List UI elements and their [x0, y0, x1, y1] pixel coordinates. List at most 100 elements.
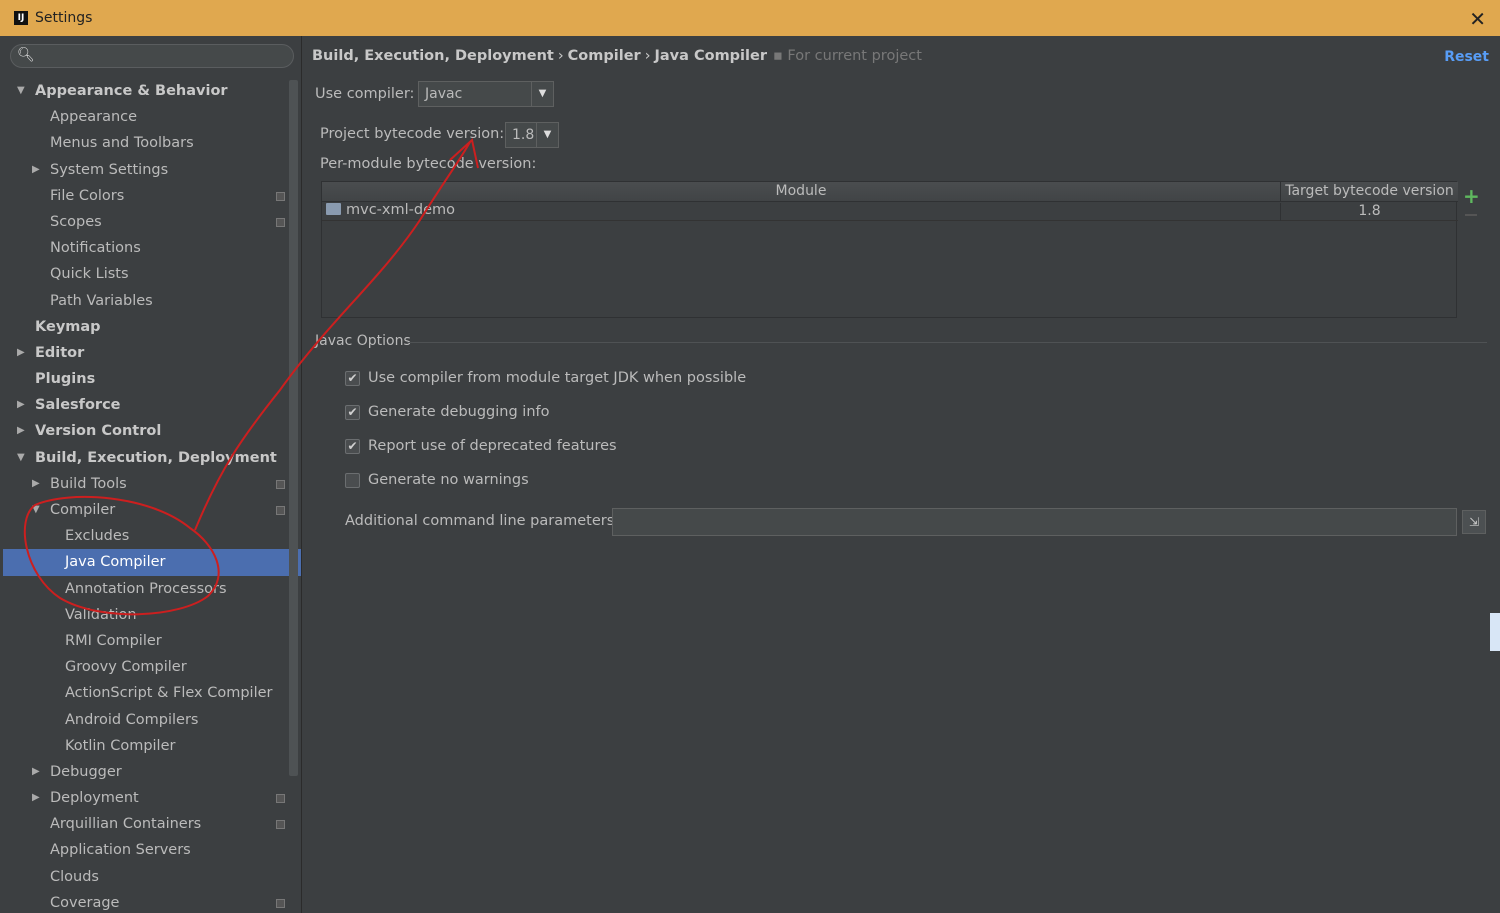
breadcrumb-item: Java Compiler — [654, 48, 767, 64]
sidebar-item-plugins[interactable]: Plugins — [3, 366, 289, 392]
checkbox-checked-icon[interactable]: ✔ — [345, 404, 360, 420]
sidebar-item-scopes[interactable]: Scopes — [3, 209, 289, 235]
sidebar-item-android-compilers[interactable]: Android Compilers — [3, 707, 289, 733]
sidebar-item-label: Notifications — [50, 240, 141, 257]
sidebar-item-compiler[interactable]: ▼ Compiler — [3, 497, 289, 523]
javac-option-checkbox[interactable]: ✔ Use compiler from module target JDK whe… — [345, 369, 746, 387]
reset-link[interactable]: Reset — [1444, 49, 1489, 65]
table-row[interactable]: mvc-xml-demo 1.8 — [322, 202, 1458, 221]
collapse-arrow-icon[interactable]: ▶ — [17, 418, 25, 444]
command-line-params-input[interactable] — [612, 508, 1457, 536]
project-icon — [276, 217, 285, 227]
sidebar-item-deployment[interactable]: ▶ Deployment — [3, 785, 289, 811]
collapse-arrow-icon[interactable]: ▶ — [17, 392, 25, 418]
project-icon — [276, 820, 285, 830]
sidebar-item-annotation-processors[interactable]: Annotation Processors — [3, 576, 289, 602]
column-target-version[interactable]: Target bytecode version — [1280, 182, 1458, 201]
sidebar-item-appearance-behavior[interactable]: ▼ Appearance & Behavior — [3, 78, 289, 104]
close-icon[interactable]: ✕ — [1469, 7, 1486, 31]
checkbox-checked-icon[interactable]: ✔ — [345, 370, 360, 386]
javac-option-label: Generate debugging info — [368, 404, 550, 420]
sidebar-scrollbar[interactable] — [289, 80, 298, 776]
project-icon — [276, 506, 285, 515]
bytecode-version-select[interactable]: 1.8 ▼ — [505, 122, 559, 148]
sidebar-item-label: Arquillian Containers — [50, 816, 202, 833]
sidebar-item-label: ActionScript & Flex Compiler — [65, 685, 273, 702]
sidebar-item-clouds[interactable]: Clouds — [3, 864, 289, 890]
sidebar-item-java-compiler[interactable]: Java Compiler — [3, 549, 301, 576]
javac-option-checkbox[interactable]: Generate no warnings — [345, 471, 529, 489]
intellij-icon: IJ — [14, 11, 28, 25]
compiler-select-value: Javac — [425, 86, 463, 102]
use-compiler-label: Use compiler: — [315, 86, 415, 102]
sidebar-item-keymap[interactable]: Keymap — [3, 314, 289, 340]
sidebar-item-label: Keymap — [35, 318, 101, 335]
target-version-cell[interactable]: 1.8 — [1280, 203, 1458, 221]
sidebar-item-kotlin-compiler[interactable]: Kotlin Compiler — [3, 733, 289, 759]
project-icon — [276, 191, 285, 201]
sidebar-item-salesforce[interactable]: ▶ Salesforce — [3, 392, 289, 418]
sidebar-item-system-settings[interactable]: ▶ System Settings — [3, 157, 289, 183]
sidebar-item-version-control[interactable]: ▶ Version Control — [3, 418, 289, 444]
project-scope-label: ▪ For current project — [772, 48, 922, 64]
collapse-arrow-icon[interactable]: ▶ — [32, 471, 40, 497]
collapse-arrow-icon[interactable]: ▶ — [17, 340, 25, 366]
sidebar-item-label: Java Compiler — [65, 554, 166, 571]
sidebar-item-appearance[interactable]: Appearance — [3, 104, 289, 130]
java-compiler-panel: Build, Execution, Deployment › Compiler › Ja… — [303, 36, 1500, 913]
expand-arrow-icon[interactable]: ▼ — [32, 497, 40, 523]
sidebar-item-menus-and-toolbars[interactable]: Menus and Toolbars — [3, 130, 289, 156]
javac-option-label: Generate no warnings — [368, 472, 529, 488]
collapse-arrow-icon[interactable]: ▶ — [32, 785, 40, 811]
sidebar-item-file-colors[interactable]: File Colors — [3, 183, 289, 209]
sidebar-item-build-tools[interactable]: ▶ Build Tools — [3, 471, 289, 497]
collapse-arrow-icon[interactable]: ▶ — [32, 759, 40, 785]
settings-sidebar: 🔍︎ ▼ Appearance & Behavior Appearance Menus… — [0, 36, 302, 913]
sidebar-item-rmi-compiler[interactable]: RMI Compiler — [3, 628, 289, 654]
sidebar-item-editor[interactable]: ▶ Editor — [3, 340, 289, 366]
sidebar-item-build-execution-deployment[interactable]: ▼ Build, Execution, Deployment — [3, 445, 289, 471]
add-icon[interactable]: + — [1463, 184, 1480, 208]
sidebar-item-label: Excludes — [65, 528, 130, 545]
column-module[interactable]: Module — [322, 182, 1280, 201]
remove-icon[interactable] — [1465, 214, 1477, 216]
sidebar-item-label: Path Variables — [50, 292, 153, 309]
chevron-down-icon: ▼ — [531, 82, 553, 106]
collapse-arrow-icon[interactable]: ▶ — [32, 157, 40, 183]
sidebar-item-label: Coverage — [50, 894, 120, 911]
breadcrumb-separator: › — [557, 48, 564, 64]
sidebar-item-notifications[interactable]: Notifications — [3, 235, 289, 261]
sidebar-item-coverage[interactable]: Coverage — [3, 890, 289, 913]
sidebar-item-excludes[interactable]: Excludes — [3, 523, 289, 549]
compiler-select[interactable]: Javac ▼ — [418, 81, 554, 107]
sidebar-item-label: Application Servers — [50, 842, 191, 859]
breadcrumb-item: Build, Execution, Deployment — [312, 48, 554, 64]
project-icon — [276, 479, 285, 489]
javac-option-checkbox[interactable]: ✔ Generate debugging info — [345, 403, 549, 421]
search-input[interactable]: 🔍︎ — [10, 44, 294, 68]
sidebar-item-arquillian-containers[interactable]: Arquillian Containers — [3, 811, 289, 837]
expand-icon[interactable]: ⇲ — [1462, 510, 1486, 534]
sidebar-item-groovy-compiler[interactable]: Groovy Compiler — [3, 654, 289, 680]
sidebar-item-label: Appearance — [50, 109, 138, 126]
sidebar-item-label: Menus and Toolbars — [50, 135, 194, 152]
expand-arrow-icon[interactable]: ▼ — [17, 78, 25, 104]
sidebar-item-validation[interactable]: Validation — [3, 602, 289, 628]
sidebar-item-path-variables[interactable]: Path Variables — [3, 288, 289, 314]
scroll-indicator — [1490, 613, 1500, 651]
javac-option-checkbox[interactable]: ✔ Report use of deprecated features — [345, 437, 617, 455]
sidebar-item-debugger[interactable]: ▶ Debugger — [3, 759, 289, 785]
project-icon: ▪ — [772, 48, 788, 64]
sidebar-item-label: Annotation Processors — [65, 580, 227, 597]
bytecode-version-value: 1.8 — [512, 127, 535, 143]
sidebar-item-quick-lists[interactable]: Quick Lists — [3, 261, 289, 287]
sidebar-item-actionscript-flex-compiler[interactable]: ActionScript & Flex Compiler — [3, 680, 289, 706]
checkbox-unchecked-icon[interactable] — [345, 472, 360, 488]
expand-arrow-icon[interactable]: ▼ — [17, 445, 25, 471]
checkbox-checked-icon[interactable]: ✔ — [345, 438, 360, 454]
sidebar-item-label: Appearance & Behavior — [35, 83, 228, 99]
project-icon — [276, 898, 285, 908]
sidebar-item-label: Build Tools — [50, 475, 127, 492]
sidebar-item-application-servers[interactable]: Application Servers — [3, 837, 289, 863]
sidebar-item-label: Groovy Compiler — [65, 659, 187, 676]
